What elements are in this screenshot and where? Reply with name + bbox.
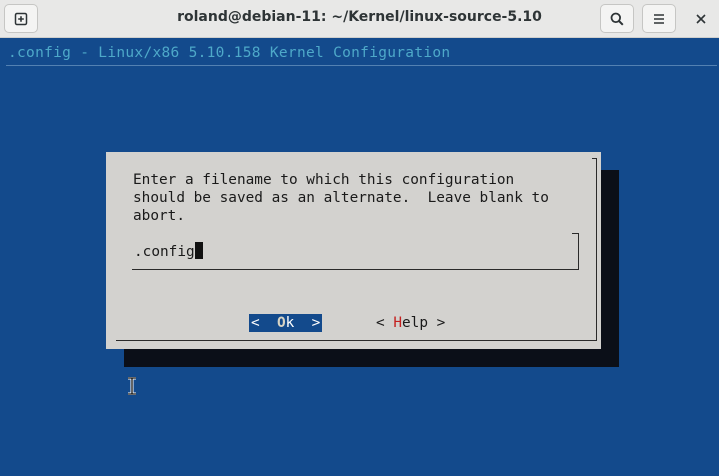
dialog-prompt: Enter a filename to which this configura… <box>133 171 583 225</box>
ibeam-cursor-icon <box>128 377 136 395</box>
prompt-line: abort. <box>133 208 185 224</box>
help-button-hotkey: H <box>393 315 402 331</box>
dialog-frame-right-lower <box>596 305 597 341</box>
search-button[interactable] <box>600 4 634 33</box>
help-button-label: elp <box>402 315 428 331</box>
help-button-left-bracket: < <box>376 315 394 331</box>
hamburger-menu-icon <box>654 13 664 24</box>
header-divider <box>6 65 717 66</box>
filename-input[interactable]: .config <box>134 242 203 261</box>
menu-button[interactable] <box>642 4 676 33</box>
prompt-line: should be saved as an alternate. Leave b… <box>133 190 549 206</box>
help-button-right-bracket: > <box>428 315 446 331</box>
ok-button[interactable]: < Ok > <box>249 314 322 332</box>
ok-button-left-bracket: < <box>251 315 277 331</box>
help-button[interactable]: < Help > <box>376 314 445 332</box>
filename-input-value: .config <box>134 244 195 260</box>
config-header: .config - Linux/x86 5.10.158 Kernel Conf… <box>8 45 451 61</box>
dialog-frame-right <box>592 158 597 305</box>
search-icon <box>610 12 624 26</box>
text-cursor <box>194 242 203 259</box>
prompt-line: Enter a filename to which this configura… <box>133 172 515 188</box>
ok-button-right-bracket: > <box>294 315 321 331</box>
dialog-frame-bottom <box>116 340 597 341</box>
close-button[interactable] <box>686 4 716 33</box>
close-icon <box>696 13 706 24</box>
window-titlebar: roland@debian-11: ~/Kernel/linux-source-… <box>0 0 719 38</box>
ok-button-hotkey: O <box>277 315 286 331</box>
